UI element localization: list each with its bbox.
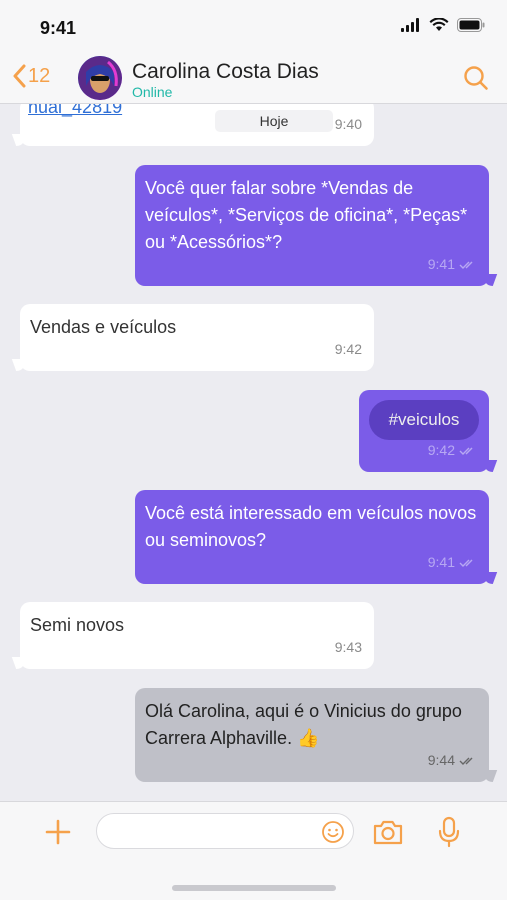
avatar-image — [78, 56, 122, 100]
message-text: Você está interessado em veículos novos … — [145, 503, 477, 550]
chat-header: 12 Carolina Costa Dias Online — [0, 52, 507, 104]
attach-button[interactable] — [44, 818, 72, 851]
back-button[interactable]: 12 — [12, 64, 50, 88]
message-incoming[interactable]: Vendas e veículos 9:42 — [20, 304, 374, 371]
status-time: 9:41 — [40, 18, 77, 38]
microphone-button[interactable] — [437, 816, 461, 853]
emoji-button[interactable] — [321, 820, 345, 849]
message-incoming[interactable]: nual_42819 Hoje 9:40 — [20, 104, 374, 146]
status-bar: 9:41 — [0, 0, 507, 52]
message-meta: 9:44 — [428, 747, 477, 774]
double-check-icon — [459, 757, 473, 765]
message-incoming[interactable]: Semi novos 9:43 — [20, 602, 374, 669]
message-time: 9:42 — [427, 442, 455, 458]
message-input[interactable] — [111, 820, 311, 844]
status-icons — [401, 18, 485, 32]
message-text: Olá Carolina, aqui é o Vinicius do grupo… — [145, 701, 462, 748]
chevron-left-icon — [13, 64, 26, 88]
message-outgoing[interactable]: #veiculos 9:42 — [359, 390, 489, 472]
message-outgoing[interactable]: Você quer falar sobre *Vendas de veículo… — [135, 165, 489, 286]
date-chip: Hoje — [215, 110, 333, 132]
message-outgoing[interactable]: Você está interessado em veículos novos … — [135, 490, 489, 584]
search-icon — [464, 66, 488, 90]
contact-status: Online — [132, 84, 173, 100]
message-time: 9:40 — [334, 116, 362, 132]
message-list[interactable]: nual_42819 Hoje 9:40 Você quer falar sob… — [0, 104, 507, 801]
home-indicator — [172, 885, 336, 891]
message-meta: 9:40 — [335, 111, 362, 138]
double-check-icon — [459, 559, 473, 567]
message-link[interactable]: nual_42819 — [28, 104, 122, 121]
hashtag-chip[interactable]: #veiculos — [369, 400, 479, 440]
message-meta: 9:41 — [428, 549, 477, 576]
double-check-icon — [459, 447, 473, 455]
message-input-field[interactable] — [96, 813, 354, 849]
message-time: 9:41 — [427, 554, 455, 570]
contact-name[interactable]: Carolina Costa Dias — [132, 60, 319, 84]
message-time: 9:42 — [334, 341, 362, 357]
message-text: Semi novos — [30, 615, 125, 635]
camera-button[interactable] — [372, 818, 404, 851]
microphone-icon — [438, 816, 460, 848]
message-text: Você quer falar sobre *Vendas de veículo… — [145, 178, 468, 252]
message-text: Vendas e veículos — [30, 317, 177, 337]
battery-icon — [457, 18, 485, 32]
input-bar — [0, 801, 507, 900]
back-count: 12 — [28, 64, 51, 87]
plus-icon — [45, 819, 71, 845]
wifi-icon — [429, 18, 449, 31]
message-time: 9:44 — [427, 752, 455, 768]
message-meta: 9:42 — [428, 437, 477, 464]
emoji-icon — [322, 821, 344, 843]
message-meta: 9:41 — [428, 251, 477, 278]
avatar[interactable] — [78, 56, 122, 100]
search-button[interactable] — [463, 65, 489, 96]
message-time: 9:43 — [334, 639, 362, 655]
double-check-icon — [459, 261, 473, 269]
message-meta: 9:42 — [335, 336, 362, 363]
message-outgoing-pending[interactable]: Olá Carolina, aqui é o Vinicius do grupo… — [135, 688, 489, 782]
message-time: 9:41 — [427, 256, 455, 272]
camera-icon — [373, 820, 403, 845]
message-meta: 9:43 — [335, 634, 362, 661]
signal-icon — [401, 18, 419, 32]
